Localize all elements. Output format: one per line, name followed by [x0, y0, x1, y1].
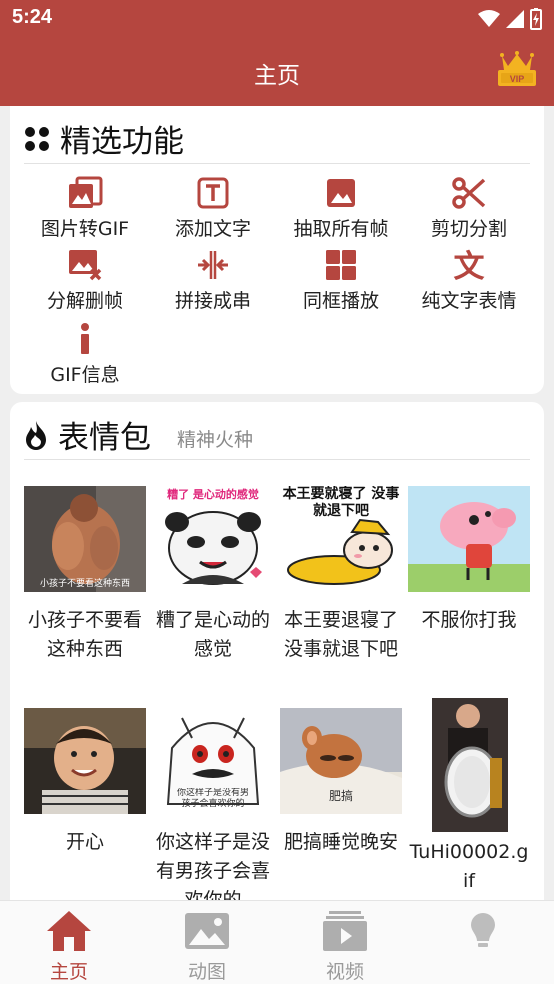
thumb-text: 肥搞 — [329, 788, 353, 803]
battery-icon — [530, 8, 542, 30]
nav-bulb[interactable] — [414, 901, 552, 984]
sticker-caption: TuHi00002.gif — [409, 841, 529, 892]
status-icons — [478, 8, 542, 30]
text-icon: 文 — [454, 249, 485, 282]
featured-header: 精选功能 — [24, 114, 530, 164]
sticker-caption: 本王要退寝了没事就退下吧 — [283, 609, 398, 660]
sticker-tile[interactable]: 开心 — [24, 708, 146, 857]
sticker-thumbnail — [24, 708, 146, 814]
fire-icon — [26, 420, 46, 450]
video-icon — [323, 911, 367, 951]
stickers-header: 表情包 精神火种 — [24, 410, 530, 460]
bottom-navigation: 主页 动图 视频 — [0, 900, 554, 984]
feature-label: 抽取所有帧 — [293, 218, 389, 240]
sticker-caption: 小孩子不要看这种东西 — [27, 609, 142, 660]
sticker-tile[interactable]: 糟了 是心动的感觉 糟了是心动的感觉 — [152, 486, 274, 664]
sticker-caption: 不服你打我 — [421, 609, 517, 631]
sticker-caption: 肥搞睡觉晚安 — [283, 831, 398, 853]
vip-label: VIP — [510, 74, 525, 84]
wifi-icon — [478, 10, 500, 27]
stickers-card: 表情包 精神火种 小孩子不要看这种东西 小孩子不要看这种东西 糟了 是心动的感觉 — [10, 402, 544, 922]
image-frame-icon — [327, 179, 355, 207]
info-icon — [81, 323, 89, 354]
feature-add-text[interactable]: 添加文字 — [147, 176, 279, 244]
featured-card: 精选功能 图片转GIF 添加文字 抽取所有帧 剪切分割 分解删帧 拼接成串 同框… — [10, 106, 544, 394]
sticker-tile[interactable]: 不服你打我 — [408, 486, 530, 635]
nav-label: 主页 — [49, 961, 88, 983]
nav-videos[interactable]: 视频 — [276, 901, 414, 984]
thumb-text: 本王要就寝了 没事就退下吧 — [282, 486, 400, 519]
status-bar: 5:24 — [0, 0, 554, 38]
sticker-caption: 开心 — [65, 831, 104, 853]
nav-label: 视频 — [325, 961, 364, 983]
sticker-thumbnail — [408, 698, 530, 832]
feature-label: 纯文字表情 — [421, 290, 517, 312]
sticker-tile[interactable]: 你这样子是没有男孩子会喜欢你的 你这样子是没有男孩子会喜欢你的 — [152, 708, 274, 915]
feature-cut-split[interactable]: 剪切分割 — [403, 176, 535, 244]
feature-decompose-frames[interactable]: 分解删帧 — [19, 248, 151, 316]
thumb-text: 糟了 是心动的感觉 — [167, 487, 259, 501]
status-time: 5:24 — [12, 6, 53, 28]
nav-home[interactable]: 主页 — [0, 901, 138, 984]
svg-text:文: 文 — [454, 249, 485, 282]
nav-gifs[interactable]: 动图 — [138, 901, 276, 984]
sticker-thumbnail: 肥搞 — [280, 708, 402, 814]
images-icon — [69, 176, 103, 208]
feature-label: 同框播放 — [302, 290, 379, 312]
image-delete-icon — [69, 250, 102, 281]
app-bar: 主页 VIP — [0, 38, 554, 106]
home-icon — [47, 911, 91, 951]
stickers-title: 表情包 — [58, 420, 151, 456]
grid-icon — [326, 250, 356, 280]
nav-label: 动图 — [187, 961, 226, 983]
feature-same-frame-play[interactable]: 同框播放 — [275, 248, 407, 316]
feature-extract-frames[interactable]: 抽取所有帧 — [275, 176, 407, 244]
sticker-thumbnail — [408, 486, 530, 592]
sticker-thumbnail: 本王要就寝了 没事就退下吧 — [280, 486, 402, 592]
feature-label: 图片转GIF — [40, 218, 130, 240]
sticker-thumbnail: 糟了 是心动的感觉 — [152, 486, 274, 592]
feature-text-emoji[interactable]: 文 纯文字表情 — [403, 248, 535, 316]
sticker-tile[interactable]: TuHi00002.gif — [408, 698, 530, 896]
sticker-thumbnail: 小孩子不要看这种东西 — [24, 486, 146, 592]
featured-title: 精选功能 — [60, 124, 184, 160]
thumb-text: 小孩子不要看这种东西 — [40, 577, 130, 589]
feature-concatenate[interactable]: 拼接成串 — [147, 248, 279, 316]
page-title: 主页 — [254, 63, 300, 89]
vip-icon[interactable]: VIP — [496, 50, 538, 90]
image-icon — [185, 913, 229, 949]
stickers-subtitle: 精神火种 — [177, 429, 254, 451]
feature-image-to-gif[interactable]: 图片转GIF — [19, 176, 151, 244]
signal-icon — [506, 10, 524, 28]
merge-icon — [198, 251, 228, 279]
sticker-thumbnail: 你这样子是没有男孩子会喜欢你的 — [152, 708, 274, 814]
thumb-text: 你这样子是没有男孩子会喜欢你的 — [176, 788, 249, 809]
sticker-tile[interactable]: 本王要就寝了 没事就退下吧 本王要退寝了没事就退下吧 — [280, 486, 402, 664]
add-text-icon — [197, 177, 229, 209]
feature-label: 分解删帧 — [46, 290, 123, 312]
sticker-tile[interactable]: 小孩子不要看这种东西 小孩子不要看这种东西 — [24, 486, 146, 664]
feature-label: 剪切分割 — [430, 218, 507, 240]
sticker-caption: 糟了是心动的感觉 — [155, 609, 270, 660]
feature-label: 拼接成串 — [174, 290, 251, 312]
feature-label: GIF信息 — [50, 364, 120, 386]
sticker-tile[interactable]: 肥搞 肥搞睡觉晚安 — [280, 708, 402, 857]
dots-grid-icon — [25, 126, 49, 151]
feature-gif-info[interactable]: GIF信息 — [19, 322, 151, 390]
feature-label: 添加文字 — [174, 218, 251, 240]
lightbulb-icon — [471, 913, 495, 947]
scissors-icon — [452, 177, 486, 209]
